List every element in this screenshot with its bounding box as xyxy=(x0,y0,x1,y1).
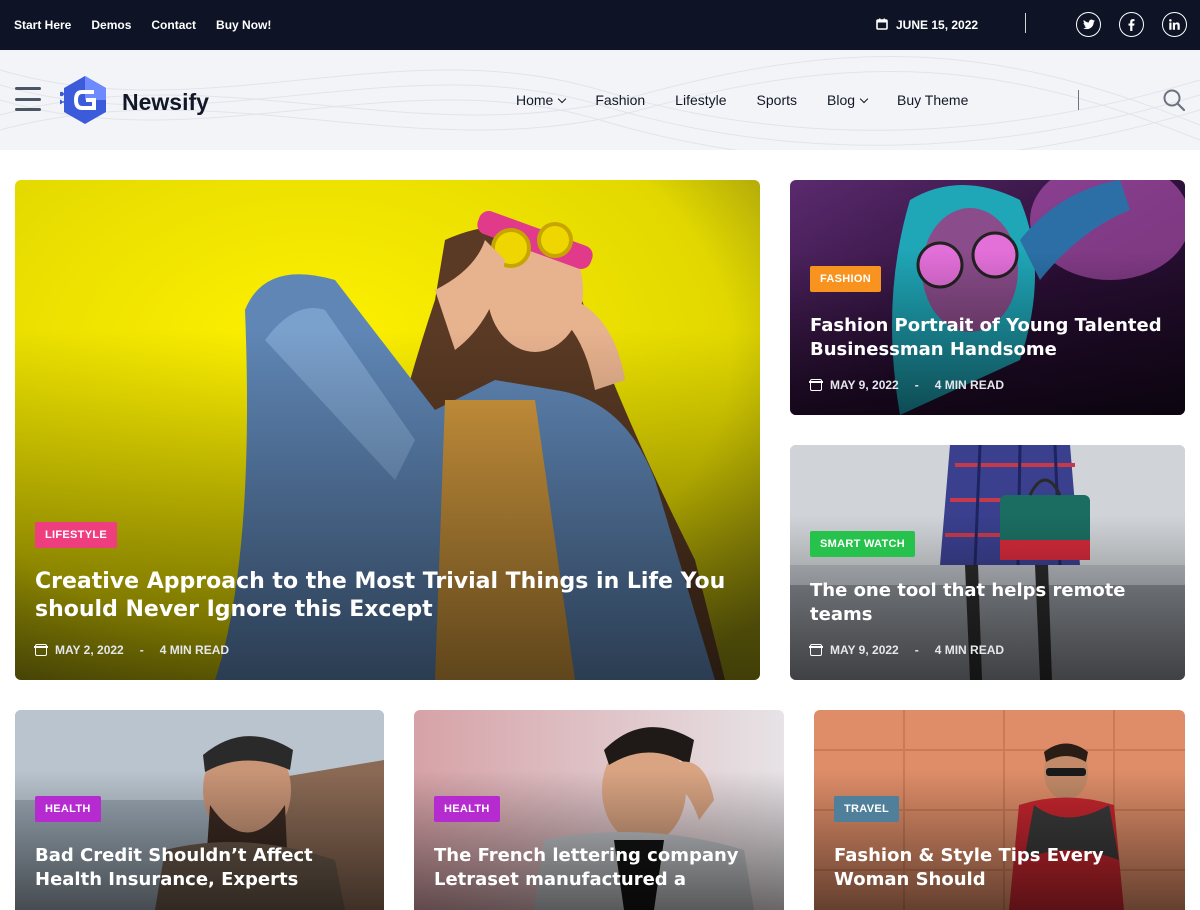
nav-sports[interactable]: Sports xyxy=(757,92,797,108)
category-badge-lifestyle[interactable]: LIFESTYLE xyxy=(35,522,117,548)
meta-separator: - xyxy=(914,378,919,392)
nav-sports-label: Sports xyxy=(756,92,797,108)
calendar-icon xyxy=(809,379,823,391)
category-badge-travel[interactable]: TRAVEL xyxy=(834,796,899,822)
post-title-travel[interactable]: Fashion & Style Tips Every Woman Should xyxy=(834,844,1169,892)
meta-separator: - xyxy=(139,643,144,657)
top-link-contact[interactable]: Contact xyxy=(151,18,196,32)
category-badge-smart-watch[interactable]: SMART WATCH xyxy=(810,531,915,557)
post-card-health-1[interactable]: HEALTH Bad Credit Shouldn’t Affect Healt… xyxy=(15,710,384,910)
date-text: JUNE 15, 2022 xyxy=(896,18,979,32)
menu-toggle-icon[interactable] xyxy=(15,87,41,111)
post-title-health-1[interactable]: Bad Credit Shouldn’t Affect Health Insur… xyxy=(35,844,370,892)
side-post-card-smart-watch[interactable]: SMART WATCH The one tool that helps remo… xyxy=(790,445,1185,680)
post-title-health-2[interactable]: The French lettering company Letraset ma… xyxy=(434,844,769,892)
side-post-date-fashion: MAY 9, 2022 xyxy=(830,378,899,392)
hero-post-read-time: 4 MIN READ xyxy=(159,643,230,657)
logo-mark-icon xyxy=(57,74,110,130)
category-badge-health[interactable]: HEALTH xyxy=(434,796,500,822)
side-post-date-smart-watch: MAY 9, 2022 xyxy=(830,643,899,657)
topbar-divider xyxy=(1025,13,1026,33)
search-icon[interactable] xyxy=(1162,88,1186,112)
calendar-icon xyxy=(809,644,823,656)
side-post-read-time-fashion: 4 MIN READ xyxy=(934,378,1005,392)
category-badge-health[interactable]: HEALTH xyxy=(35,796,101,822)
main-nav: Home Fashion Lifestyle Sports Blog Buy T… xyxy=(516,50,968,150)
category-badge-fashion[interactable]: FASHION xyxy=(810,266,881,292)
nav-fashion[interactable]: Fashion xyxy=(595,92,645,108)
post-card-travel[interactable]: TRAVEL Fashion & Style Tips Every Woman … xyxy=(814,710,1185,910)
hero-post-title[interactable]: Creative Approach to the Most Trivial Th… xyxy=(35,568,745,624)
top-link-start-here[interactable]: Start Here xyxy=(14,18,71,32)
nav-home[interactable]: Home xyxy=(516,92,567,108)
post-card-health-2[interactable]: HEALTH The French lettering company Letr… xyxy=(414,710,784,910)
side-post-read-time-smart-watch: 4 MIN READ xyxy=(934,643,1005,657)
nav-lifestyle-label: Lifestyle xyxy=(675,92,727,108)
current-date: JUNE 15, 2022 xyxy=(876,0,978,50)
side-post-meta-fashion: MAY 9, 2022 - 4 MIN READ xyxy=(809,378,1005,392)
top-nav: Start Here Demos Contact Buy Now! xyxy=(14,0,271,50)
nav-divider xyxy=(1078,90,1079,110)
top-link-buy-now[interactable]: Buy Now! xyxy=(216,18,271,32)
facebook-icon[interactable] xyxy=(1119,12,1144,37)
calendar-icon xyxy=(876,18,888,33)
site-header: Newsify Home Fashion Lifestyle Sports Bl… xyxy=(0,50,1200,150)
linkedin-icon[interactable] xyxy=(1162,12,1187,37)
side-post-card-fashion[interactable]: FASHION Fashion Portrait of Young Talent… xyxy=(790,180,1185,415)
hero-post-meta: MAY 2, 2022 - 4 MIN READ xyxy=(34,643,230,657)
logo-text: Newsify xyxy=(122,88,209,115)
nav-blog[interactable]: Blog xyxy=(827,92,869,108)
nav-home-label: Home xyxy=(516,92,554,108)
side-post-title-fashion[interactable]: Fashion Portrait of Young Talented Busin… xyxy=(810,314,1170,362)
nav-blog-label: Blog xyxy=(827,92,856,108)
nav-fashion-label: Fashion xyxy=(595,92,646,108)
side-post-title-smart-watch[interactable]: The one tool that helps remote teams xyxy=(810,579,1170,627)
hero-post-card[interactable]: LIFESTYLE Creative Approach to the Most … xyxy=(15,180,760,680)
side-post-meta-smart-watch: MAY 9, 2022 - 4 MIN READ xyxy=(809,643,1005,657)
hero-post-date: MAY 2, 2022 xyxy=(55,643,124,657)
twitter-icon[interactable] xyxy=(1076,12,1101,37)
social-links xyxy=(1076,12,1187,37)
meta-separator: - xyxy=(914,643,919,657)
nav-lifestyle[interactable]: Lifestyle xyxy=(675,92,726,108)
chevron-down-icon xyxy=(859,94,869,103)
nav-buy-theme[interactable]: Buy Theme xyxy=(897,92,968,108)
top-link-demos[interactable]: Demos xyxy=(91,18,131,32)
site-logo[interactable]: Newsify xyxy=(57,74,209,130)
calendar-icon xyxy=(34,644,48,656)
nav-buy-theme-label: Buy Theme xyxy=(897,92,969,108)
chevron-down-icon xyxy=(558,94,567,103)
top-bar: Start Here Demos Contact Buy Now! JUNE 1… xyxy=(0,0,1200,50)
